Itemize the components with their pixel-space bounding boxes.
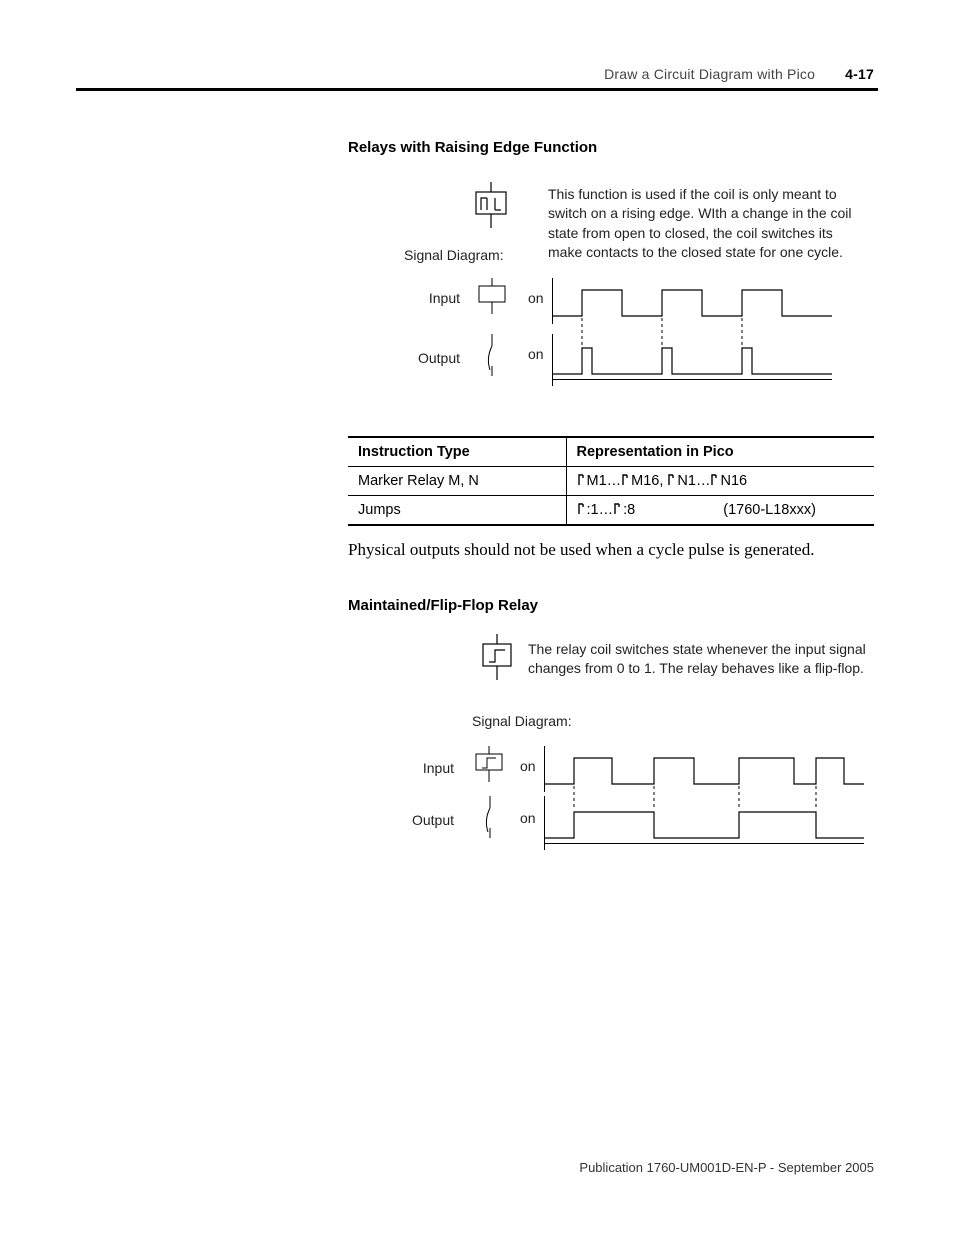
header-rule (76, 88, 878, 91)
rising-output-contact-icon (480, 334, 504, 381)
flipflop-input-label: Input (408, 760, 454, 776)
rising-edge-desc: This function is used if the coil is onl… (548, 185, 868, 262)
flipflop-symbol (478, 634, 516, 685)
rising-edge-icon (667, 473, 677, 487)
publication-footer: Publication 1760-UM001D-EN-P - September… (579, 1160, 874, 1175)
cell-rep: M1…M16, N1…N16 (566, 467, 874, 496)
rising-output-timing (552, 334, 832, 380)
rising-edge-icon (613, 502, 623, 516)
rising-edge-symbol (470, 182, 512, 233)
page-number: 4-17 (845, 66, 874, 82)
rising-input-on: on (528, 290, 544, 306)
rising-edge-icon (621, 473, 631, 487)
cell-rep: :1…:8 (1760-L18xxx) (566, 496, 874, 526)
rising-edge-icon (577, 473, 587, 487)
rising-edge-icon (577, 502, 587, 516)
flipflop-output-timing (544, 796, 864, 844)
flipflop-input-coil-icon (472, 746, 506, 787)
body-note: Physical outputs should not be used when… (348, 540, 874, 560)
flipflop-output-label: Output (408, 812, 454, 828)
flipflop-output-contact-icon (478, 796, 502, 843)
instruction-table: Instruction Type Representation in Pico … (348, 436, 874, 526)
flipflop-signal-label: Signal Diagram: (472, 713, 572, 729)
rising-output-label: Output (414, 350, 460, 366)
flipflop-desc: The relay coil switches state whenever t… (528, 640, 868, 679)
rising-signal-label: Signal Diagram: (404, 247, 504, 263)
flipflop-heading: Maintained/Flip-Flop Relay (348, 597, 538, 614)
th-representation: Representation in Pico (566, 437, 874, 467)
rising-output-on: on (528, 346, 544, 362)
cell-type: Marker Relay M, N (348, 467, 566, 496)
flipflop-input-timing (544, 746, 864, 786)
cell-type: Jumps (348, 496, 566, 526)
running-head-text: Draw a Circuit Diagram with Pico (604, 66, 815, 82)
rising-input-label: Input (414, 290, 460, 306)
rising-edge-icon (710, 473, 720, 487)
rising-input-timing (552, 278, 832, 318)
table-row: Marker Relay M, N M1…M16, N1…N16 (348, 467, 874, 496)
flipflop-input-on: on (520, 758, 536, 774)
th-instruction-type: Instruction Type (348, 437, 566, 467)
rising-edge-heading: Relays with Raising Edge Function (348, 139, 597, 156)
table-row: Jumps :1…:8 (1760-L18xxx) (348, 496, 874, 526)
running-head: Draw a Circuit Diagram with Pico 4-17 (604, 66, 874, 82)
rising-input-coil-icon (475, 278, 509, 319)
flipflop-output-on: on (520, 810, 536, 826)
